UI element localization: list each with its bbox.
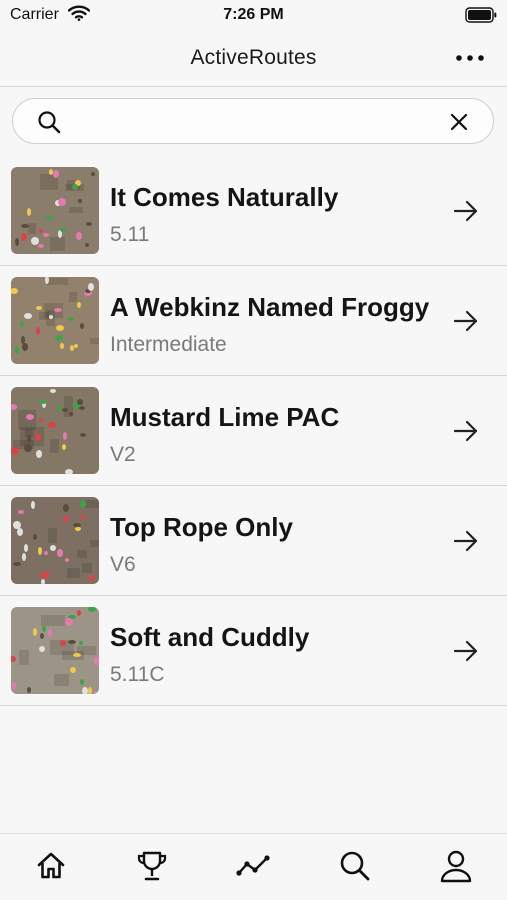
search-icon bbox=[340, 851, 370, 881]
arrow-right-icon bbox=[453, 529, 479, 558]
tab-bar bbox=[0, 833, 507, 900]
home-icon bbox=[37, 852, 65, 879]
route-thumbnail bbox=[11, 607, 99, 694]
arrow-right-icon bbox=[453, 639, 479, 668]
clear-search-icon[interactable] bbox=[449, 112, 469, 137]
trophy-icon bbox=[137, 851, 167, 881]
route-grade: V6 bbox=[110, 553, 136, 576]
route-thumbnail bbox=[11, 497, 99, 584]
route-row[interactable]: A Webkinz Named Froggy Intermediate bbox=[0, 266, 507, 376]
tab-search[interactable] bbox=[337, 848, 373, 884]
tab-home[interactable] bbox=[33, 848, 69, 884]
page-title: ActiveRoutes bbox=[190, 46, 317, 69]
route-grade: 5.11C bbox=[110, 663, 165, 686]
route-name: Top Rope Only bbox=[110, 512, 293, 542]
search-input[interactable] bbox=[75, 107, 439, 137]
route-grade: Intermediate bbox=[110, 333, 227, 356]
route-name: Mustard Lime PAC bbox=[110, 402, 340, 432]
status-time: 7:26 PM bbox=[223, 6, 284, 23]
route-row[interactable]: Top Rope Only V6 bbox=[0, 486, 507, 596]
route-grade: 5.11 bbox=[110, 223, 150, 246]
route-list: It Comes Naturally 5.11 A Webkinz Named … bbox=[0, 156, 507, 706]
route-name: A Webkinz Named Froggy bbox=[110, 292, 430, 322]
tab-profile[interactable] bbox=[438, 848, 474, 884]
status-bar: Carrier 7:26 PM bbox=[0, 0, 507, 30]
route-thumbnail bbox=[11, 387, 99, 474]
arrow-right-icon bbox=[453, 419, 479, 448]
route-row[interactable]: It Comes Naturally 5.11 bbox=[0, 156, 507, 266]
navigation-bar: ActiveRoutes bbox=[0, 30, 507, 87]
route-thumbnail bbox=[11, 167, 99, 254]
search-icon bbox=[37, 110, 61, 139]
arrow-right-icon bbox=[453, 199, 479, 228]
route-name: It Comes Naturally bbox=[110, 182, 339, 212]
profile-icon bbox=[440, 850, 472, 883]
route-name: Soft and Cuddly bbox=[110, 622, 310, 652]
battery-icon bbox=[465, 7, 497, 28]
more-options-button[interactable] bbox=[453, 45, 487, 71]
route-row[interactable]: Soft and Cuddly 5.11C bbox=[0, 596, 507, 706]
route-row[interactable]: Mustard Lime PAC V2 bbox=[0, 376, 507, 486]
tab-trophy[interactable] bbox=[134, 848, 170, 884]
activity-chart-icon bbox=[236, 855, 270, 876]
search-bar bbox=[12, 98, 494, 144]
arrow-right-icon bbox=[453, 309, 479, 338]
route-thumbnail bbox=[11, 277, 99, 364]
route-grade: V2 bbox=[110, 443, 136, 466]
ellipsis-icon bbox=[456, 55, 484, 61]
tab-activity[interactable] bbox=[235, 848, 271, 884]
